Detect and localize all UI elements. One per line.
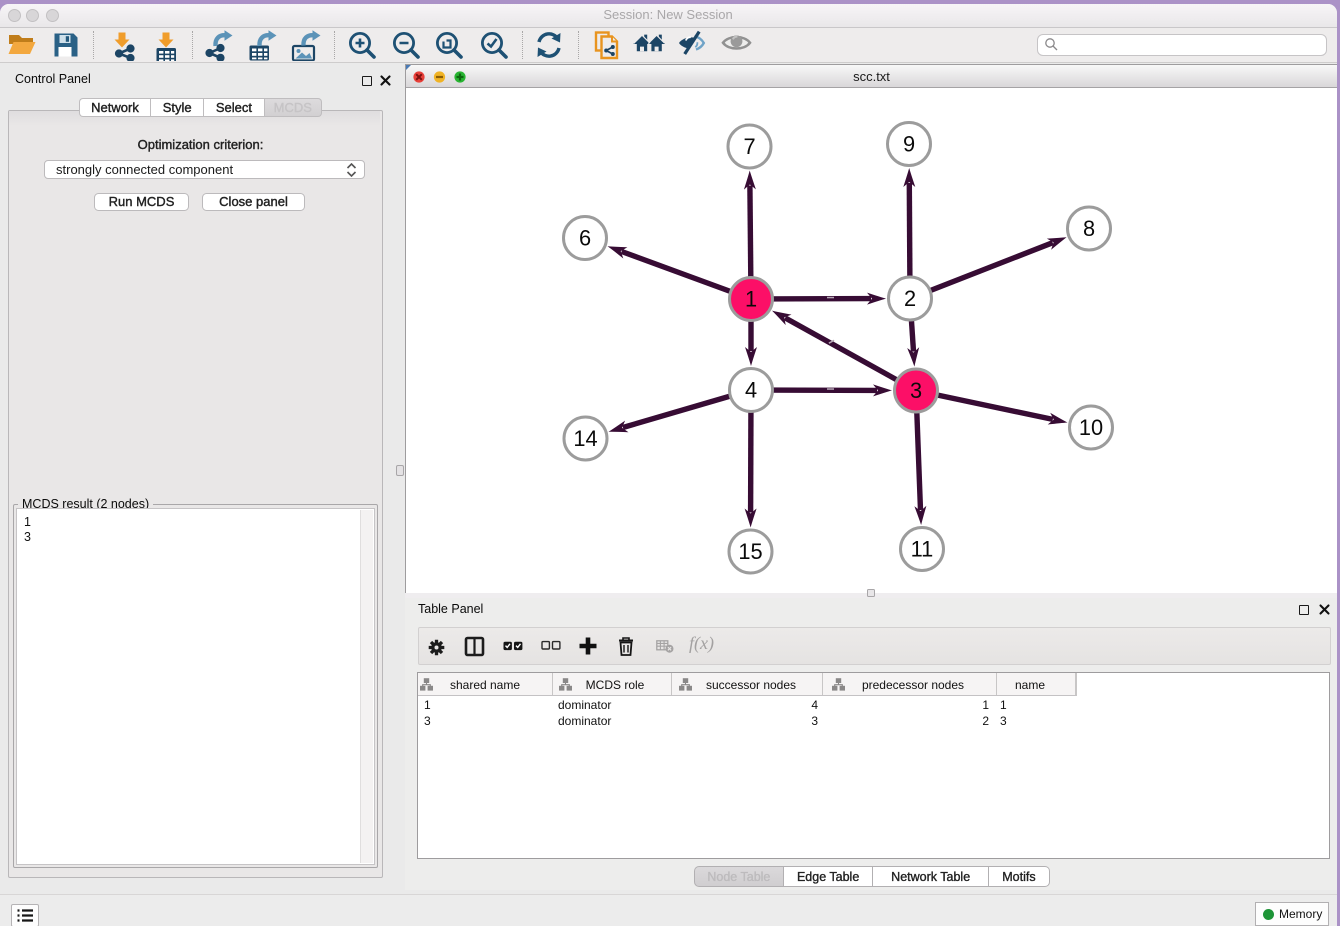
svg-text:14: 14: [573, 426, 597, 451]
svg-text:4: 4: [745, 377, 757, 402]
svg-text:15: 15: [738, 539, 762, 564]
svg-text:2: 2: [904, 286, 916, 311]
svg-text:8: 8: [1083, 216, 1095, 241]
svg-text:9: 9: [903, 131, 915, 156]
svg-text:3: 3: [910, 378, 922, 403]
svg-text:7: 7: [743, 134, 755, 159]
svg-text:10: 10: [1079, 415, 1103, 440]
svg-text:11: 11: [911, 536, 934, 561]
svg-text:6: 6: [579, 225, 591, 250]
svg-text:1: 1: [745, 286, 757, 311]
